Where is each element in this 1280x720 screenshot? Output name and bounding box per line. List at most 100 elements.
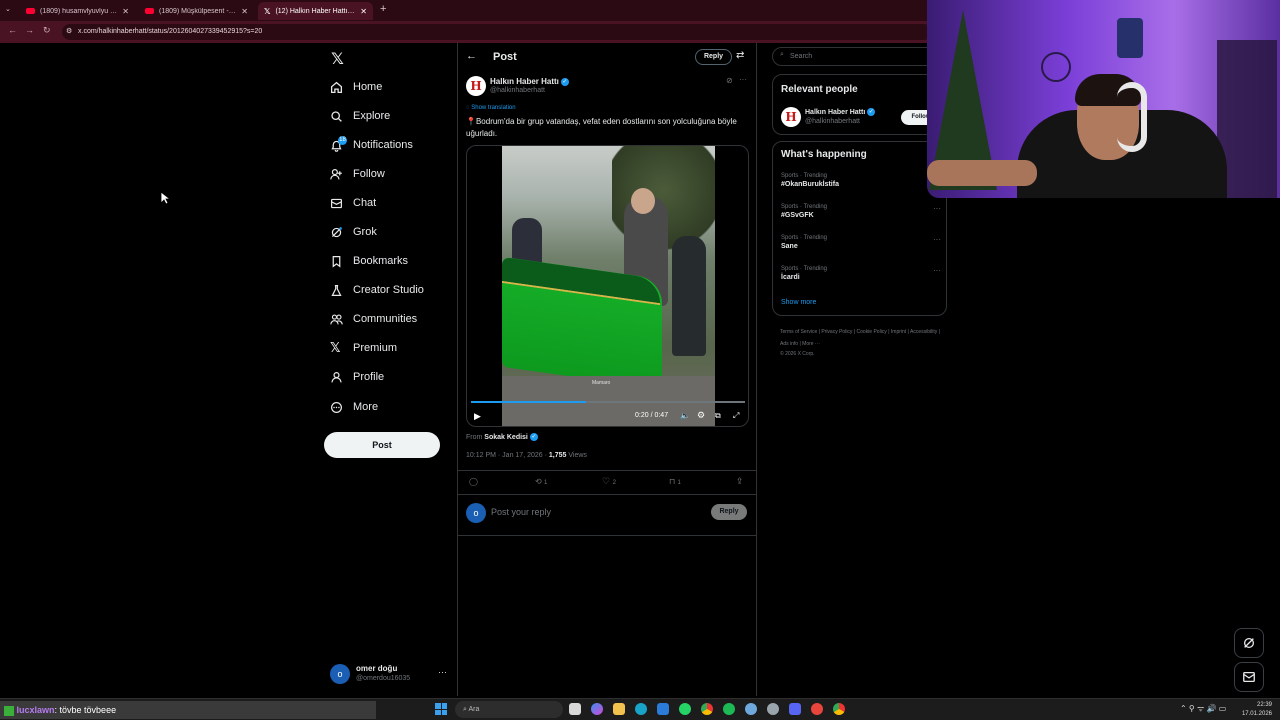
more-icon[interactable]: ···	[739, 75, 747, 84]
browser-tab-3[interactable]: 𝕏 (12) Halkın Haber Hattı on X: "📍 ✕	[258, 2, 373, 20]
nav-item-explore[interactable]: Explore	[330, 105, 390, 127]
file-explorer-icon[interactable]	[569, 703, 581, 715]
trend-item[interactable]: Sports · Trending İcardi ···	[781, 266, 941, 281]
reply-header-button[interactable]: Reply	[695, 49, 732, 65]
tab-title: (12) Halkın Haber Hattı on X: "📍	[275, 8, 355, 15]
browser-tab-2[interactable]: (1809) Müşkülpesent - YouTube ✕	[139, 2, 254, 20]
fullscreen-icon[interactable]: ⤢	[733, 411, 739, 421]
grok-icon	[1243, 637, 1255, 649]
spotify-icon[interactable]	[723, 703, 735, 715]
post-timestamp[interactable]: 10:12 PM · Jan 17, 2026 ·	[466, 452, 549, 459]
tab-list-chevron-icon[interactable]: ⌄	[5, 5, 11, 13]
play-icon[interactable]: ▶	[474, 411, 481, 422]
site-info-icon[interactable]: ⚙	[66, 24, 72, 40]
more-icon[interactable]: ···	[933, 235, 941, 244]
folder-icon[interactable]	[613, 703, 625, 715]
author-handle[interactable]: @halkinhaberhatt	[490, 87, 545, 94]
grok-icon[interactable]: ⊘	[726, 76, 733, 85]
show-translation-link[interactable]: ◌ Show translation	[466, 105, 516, 111]
relevant-avatar[interactable]: H	[781, 107, 801, 127]
volume-icon[interactable]: 🔈	[680, 411, 690, 420]
search-input[interactable]: ⌕ Search	[772, 47, 947, 66]
nav-item-more[interactable]: More	[330, 396, 378, 418]
show-more-link[interactable]: Show more	[781, 299, 816, 306]
store-icon[interactable]	[657, 703, 669, 715]
reply-action[interactable]: ◯	[469, 477, 478, 486]
edge-icon[interactable]	[635, 703, 647, 715]
bookmark-icon: ⊓	[669, 477, 676, 486]
nav-item-grok[interactable]: Grok	[330, 221, 377, 243]
video-player[interactable]: Mamaro ▶ 0:20 / 0:47 🔈 ⚙ ⧉ ⤢	[466, 145, 749, 427]
account-switcher[interactable]: o omer doğu @omerdou16035 ···	[330, 663, 450, 685]
trend-item[interactable]: Sports · Trending #GSvGFK ···	[781, 204, 941, 219]
share-icon[interactable]: ⇪	[736, 476, 744, 487]
nav-item-notifications[interactable]: 18 Notifications	[330, 134, 413, 156]
tab-close-icon[interactable]: ✕	[360, 7, 367, 16]
pip-icon[interactable]: ⧉	[715, 411, 721, 421]
reply-submit-button[interactable]: Reply	[711, 504, 747, 520]
chrome-icon[interactable]	[701, 703, 713, 715]
reload-icon[interactable]: ↻	[43, 25, 51, 36]
app-icon[interactable]	[745, 703, 757, 715]
nav-item-creator-studio[interactable]: Creator Studio	[330, 279, 424, 301]
settings-sliders-icon[interactable]: ⇄	[736, 50, 744, 61]
relevant-handle[interactable]: @halkinhaberhatt	[805, 118, 860, 125]
footer-link[interactable]: Terms of Service	[780, 329, 817, 335]
chrome-icon[interactable]	[833, 703, 845, 715]
back-arrow-icon[interactable]: ←	[466, 50, 477, 62]
nav-item-communities[interactable]: Communities	[330, 308, 417, 330]
footer-link[interactable]: Cookie Policy	[857, 329, 887, 335]
tab-close-icon[interactable]: ✕	[122, 7, 129, 16]
more-icon[interactable]: ···	[438, 667, 447, 677]
like-action[interactable]: ♡ 2	[602, 476, 616, 487]
search-icon	[331, 110, 342, 122]
trend-item[interactable]: Sports · Trending Sane ···	[781, 235, 941, 250]
settings-icon[interactable]: ⚙	[697, 410, 705, 421]
author-avatar[interactable]: H	[466, 76, 486, 96]
app-icon[interactable]	[811, 703, 823, 715]
system-tray[interactable]: ⌃ ⚲ ᯤ 🔊 ▭	[1180, 703, 1226, 714]
grok-floating-button[interactable]	[1234, 628, 1264, 658]
url-field[interactable]: ⚙ x.com/halkinhaberhatt/status/201260402…	[62, 24, 932, 40]
footer-link[interactable]: Privacy Policy	[821, 329, 852, 335]
footer-link[interactable]: Accessibility	[910, 329, 937, 335]
trend-item[interactable]: Sports · Trending #OkanBurukİstifa	[781, 173, 941, 188]
more-icon[interactable]: ···	[933, 266, 941, 275]
nav-label: Creator Studio	[353, 284, 424, 296]
settings-icon[interactable]	[767, 703, 779, 715]
tab-close-icon[interactable]: ✕	[241, 7, 248, 16]
back-icon[interactable]: ←	[8, 25, 17, 35]
footer-link[interactable]: More ···	[802, 341, 820, 347]
nav-item-chat[interactable]: Chat	[330, 192, 376, 214]
taskbar-search-placeholder: Ara	[468, 706, 480, 713]
nav-item-home[interactable]: Home	[330, 76, 382, 98]
nav-item-follow[interactable]: Follow	[330, 163, 385, 185]
browser-tab-1[interactable]: (1809) husamvlyuvlyu - YouTube ✕	[20, 2, 135, 20]
more-circle-icon	[331, 401, 342, 413]
author-name-row[interactable]: Halkın Haber Hattı ✓	[490, 77, 569, 86]
post-button[interactable]: Post	[324, 432, 440, 458]
clock[interactable]: 22:39 17.01.2026	[1240, 701, 1272, 719]
from-source-link[interactable]: Sokak Kedisi	[484, 434, 528, 441]
taskbar-search[interactable]: ⌕ Ara	[455, 701, 563, 718]
copilot-icon[interactable]	[591, 703, 603, 715]
x-logo-icon: 𝕏	[330, 340, 341, 355]
footer-link[interactable]: Ads info	[780, 341, 798, 347]
nav-item-profile[interactable]: Profile	[330, 366, 384, 388]
windows-start-icon[interactable]	[435, 703, 447, 715]
forward-icon[interactable]: →	[25, 25, 34, 35]
relevant-name-row[interactable]: Halkın Haber Hattı ✓	[805, 108, 876, 116]
messages-floating-button[interactable]	[1234, 662, 1264, 692]
nav-item-bookmarks[interactable]: Bookmarks	[330, 250, 408, 272]
repost-action[interactable]: ⟲ 1	[535, 477, 547, 486]
more-icon[interactable]: ···	[933, 204, 941, 213]
new-tab-icon[interactable]: +	[380, 3, 386, 15]
footer-link[interactable]: Imprint	[891, 329, 906, 335]
bookmark-action[interactable]: ⊓ 1	[669, 477, 681, 486]
reply-input[interactable]: Post your reply	[491, 507, 551, 517]
x-logo-icon[interactable]: 𝕏	[331, 49, 344, 69]
video-progress-track[interactable]	[471, 401, 745, 403]
discord-icon[interactable]	[789, 703, 801, 715]
nav-item-premium[interactable]: 𝕏 Premium	[330, 337, 397, 359]
whatsapp-icon[interactable]	[679, 703, 691, 715]
